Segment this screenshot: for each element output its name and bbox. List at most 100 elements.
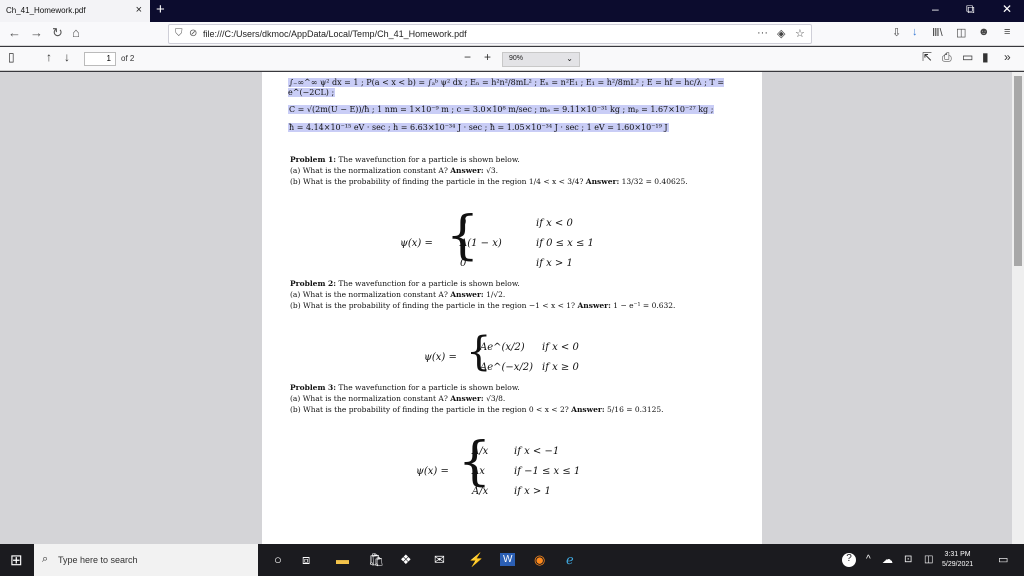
- reload-icon[interactable]: ↻: [52, 25, 63, 41]
- case-condition: if x > 1: [514, 486, 551, 497]
- part-a: (a) What is the normalization constant A…: [290, 394, 448, 403]
- case-expression: 0: [460, 258, 467, 269]
- clock-date: 5/29/2021: [942, 561, 974, 568]
- case-condition: if x < 0: [536, 218, 573, 229]
- answer-label: Answer:: [585, 177, 620, 186]
- part-b: (b) What is the probability of finding t…: [290, 405, 569, 414]
- search-icon: ⌕: [42, 553, 49, 565]
- cortana-icon[interactable]: ○: [274, 552, 282, 567]
- dropbox-icon[interactable]: ❖: [400, 552, 412, 568]
- answer-label: Answer:: [450, 290, 484, 299]
- answer-value: 1/√2.: [486, 290, 506, 299]
- answer-value: √3/8.: [486, 394, 506, 403]
- page-count: of 2: [121, 54, 135, 63]
- pdf-page: ∫₋∞^∞ ψ² dx = 1 ; P(a < x < b) = ∫ₐᵇ ψ² …: [262, 72, 762, 544]
- problem-3-text: Problem 3: The wavefunction for a partic…: [290, 382, 740, 415]
- download-arrow-icon[interactable]: ↓: [912, 26, 918, 38]
- case-expression: Ae^(−x/2): [480, 362, 534, 373]
- new-tab-icon[interactable]: +: [156, 1, 165, 18]
- navigation-bar: ← → ↻ ⌂ ⛉ ⊘ file:///C:/Users/dkmoc/AppDa…: [0, 22, 1024, 46]
- zoom-in-button[interactable]: +: [484, 50, 491, 64]
- back-icon[interactable]: ←: [8, 25, 21, 40]
- problem-1-text: Problem 1: The wavefunction for a partic…: [290, 154, 740, 187]
- volume-icon[interactable]: ◫: [924, 554, 933, 565]
- word-icon[interactable]: W: [500, 553, 516, 566]
- store-icon[interactable]: 🛍: [368, 552, 385, 568]
- windows-start-icon[interactable]: ⊞: [10, 551, 23, 569]
- previous-page-icon[interactable]: ↑: [46, 50, 52, 64]
- answer-value: 13/32 = 0.40625.: [621, 177, 688, 186]
- case-expression: A(1 − x): [460, 238, 502, 249]
- formula-line: ħ = 4.14×10⁻¹⁵ eV · sec ; h = 6.63×10⁻³⁴…: [288, 122, 669, 132]
- case-condition: if 0 ≤ x ≤ 1: [536, 238, 594, 249]
- firefox-icon[interactable]: ◉: [534, 552, 545, 568]
- problem-statement: The wavefunction for a particle is shown…: [338, 383, 520, 392]
- formula-line: C = √(2m(U − E))/ħ ; 1 nm = 1×10⁻⁹ m ; c…: [288, 105, 715, 115]
- next-page-icon[interactable]: ↓: [64, 50, 70, 64]
- network-icon[interactable]: ⊡: [904, 554, 912, 565]
- case-expression: Ae^(x/2): [480, 342, 525, 353]
- save-icon[interactable]: ▭: [962, 50, 973, 64]
- close-window-icon[interactable]: ✕: [1002, 2, 1012, 16]
- answer-label: Answer:: [450, 166, 484, 175]
- edge-icon[interactable]: ℯ: [566, 552, 574, 568]
- equation-lhs: ψ(x) =: [416, 466, 449, 477]
- page-number-input[interactable]: 1: [84, 52, 116, 66]
- app-icon[interactable]: ⚡: [468, 552, 484, 568]
- case-expression: Ax: [472, 466, 485, 477]
- task-view-icon[interactable]: ⧈: [302, 552, 310, 568]
- formula-sheet: ∫₋∞^∞ ψ² dx = 1 ; P(a < x < b) = ∫ₐᵇ ψ² …: [288, 78, 748, 140]
- home-icon[interactable]: ⌂: [72, 25, 80, 40]
- answer-label: Answer:: [450, 394, 484, 403]
- part-b: (b) What is the probability of finding t…: [290, 177, 584, 186]
- page-actions-icon[interactable]: ···: [757, 27, 768, 39]
- help-icon[interactable]: ?: [842, 553, 856, 567]
- menu-icon[interactable]: ≡: [1004, 26, 1010, 38]
- zoom-out-button[interactable]: −: [464, 50, 471, 64]
- system-clock[interactable]: 3:31 PM 5/29/2021: [942, 550, 973, 570]
- bookmark-icon[interactable]: ▮: [982, 50, 989, 64]
- chevron-down-icon: ⌄: [566, 54, 573, 63]
- chevron-up-icon[interactable]: ^: [866, 554, 871, 565]
- zoom-select[interactable]: 90% ⌄: [502, 52, 580, 67]
- part-a: (a) What is the normalization constant A…: [290, 166, 448, 175]
- answer-label: Answer:: [577, 301, 611, 310]
- url-text[interactable]: file:///C:/Users/dkmoc/AppData/Local/Tem…: [203, 29, 467, 39]
- presentation-mode-icon[interactable]: ⇱: [922, 50, 932, 64]
- forward-icon[interactable]: →: [30, 25, 43, 40]
- equation-lhs: ψ(x) =: [424, 352, 457, 363]
- pocket-icon[interactable]: ◈: [777, 27, 785, 40]
- case-expression: 0: [460, 218, 467, 229]
- restore-icon[interactable]: ⧉: [966, 2, 975, 17]
- search-placeholder: Type here to search: [58, 555, 138, 565]
- sidebar-toggle-icon[interactable]: ◫: [956, 26, 966, 39]
- file-explorer-icon[interactable]: ▬: [336, 552, 349, 567]
- browser-tab[interactable]: Ch_41_Homework.pdf ×: [0, 0, 150, 22]
- tab-title: Ch_41_Homework.pdf: [6, 6, 86, 15]
- tools-icon[interactable]: »: [1004, 50, 1011, 64]
- bookmark-star-icon[interactable]: ☆: [795, 27, 805, 40]
- equation-lhs: ψ(x) =: [400, 238, 433, 249]
- pdf-viewer[interactable]: ∫₋∞^∞ ψ² dx = 1 ; P(a < x < b) = ∫ₐᵇ ψ² …: [0, 72, 1024, 544]
- taskbar-search[interactable]: ⌕ Type here to search: [34, 544, 258, 576]
- print-icon[interactable]: ⎙: [942, 50, 952, 65]
- scrollbar-thumb[interactable]: [1014, 76, 1022, 266]
- case-condition: if x > 1: [536, 258, 573, 269]
- minimize-icon[interactable]: ‒: [932, 2, 939, 16]
- notification-icon[interactable]: ▭: [998, 553, 1008, 566]
- library-icon[interactable]: Ⅲ\: [932, 26, 943, 39]
- download-icon[interactable]: ⇩: [892, 26, 901, 39]
- account-icon[interactable]: ☻: [978, 26, 990, 38]
- answer-value: 1 − e⁻¹ = 0.632.: [613, 301, 676, 310]
- cloud-icon[interactable]: ☁: [882, 553, 893, 566]
- problem-label: Problem 2:: [290, 279, 336, 288]
- url-bar[interactable]: ⛉ ⊘ file:///C:/Users/dkmoc/AppData/Local…: [168, 24, 812, 44]
- tab-close-icon[interactable]: ×: [136, 4, 142, 16]
- vertical-scrollbar[interactable]: [1012, 72, 1024, 544]
- left-brace: {: [458, 432, 492, 492]
- part-a: (a) What is the normalization constant A…: [290, 290, 448, 299]
- mail-icon[interactable]: ✉: [434, 552, 445, 568]
- case-condition: if x < −1: [514, 446, 560, 457]
- answer-value: 5/16 = 0.3125.: [607, 405, 664, 414]
- sidebar-icon[interactable]: ▯: [8, 50, 15, 64]
